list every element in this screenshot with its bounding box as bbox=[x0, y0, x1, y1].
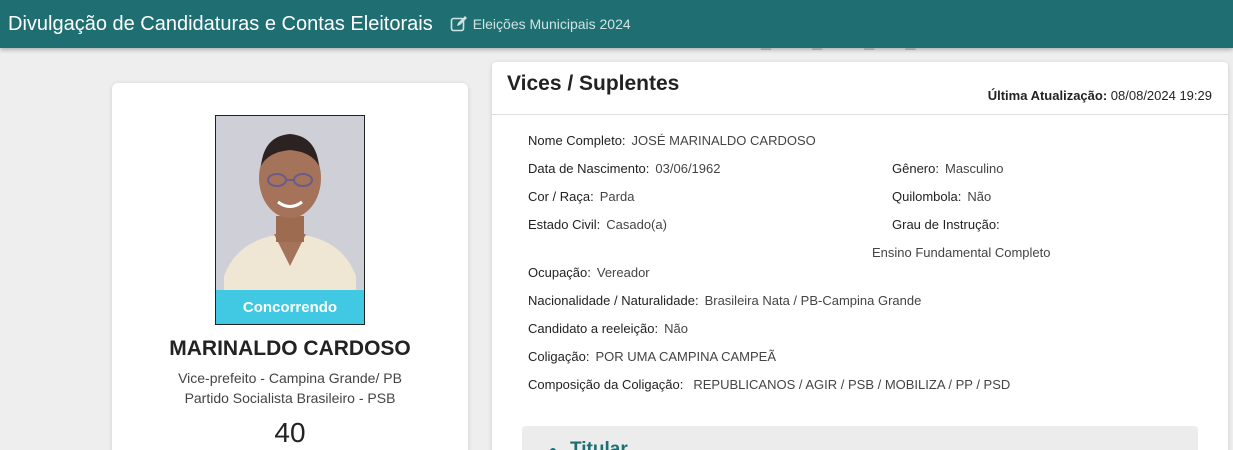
field-education: Grau de Instrução: bbox=[892, 217, 1000, 232]
field-label: Composição da Coligação: bbox=[528, 377, 684, 392]
field-value: Parda bbox=[599, 189, 635, 204]
field-value: Casado(a) bbox=[606, 217, 667, 232]
edit-icon[interactable] bbox=[449, 14, 469, 34]
field-label: Nacionalidade / Naturalidade: bbox=[528, 293, 699, 308]
field-occupation: Ocupação: Vereador bbox=[528, 265, 650, 280]
field-coalition: Coligação: POR UMA CAMPINA CAMPEÃ bbox=[528, 349, 776, 364]
field-label: Ocupação: bbox=[528, 265, 591, 280]
field-birth-date: Data de Nascimento: 03/06/1962 bbox=[528, 161, 720, 176]
app-title[interactable]: Divulgação de Candidaturas e Contas Elei… bbox=[8, 13, 433, 36]
field-coalition-parties: Composição da Coligação: REPUBLICANOS / A… bbox=[528, 377, 1010, 392]
field-label: Gênero: bbox=[892, 161, 939, 176]
field-nationality: Nacionalidade / Naturalidade: Brasileira … bbox=[528, 293, 921, 308]
vice-details-card: Vices / Suplentes Última Atualização: 08… bbox=[492, 62, 1228, 450]
field-label: Data de Nascimento: bbox=[528, 161, 650, 176]
last-update-label: Última Atualização: bbox=[987, 88, 1108, 103]
titular-accordion[interactable]: Titular bbox=[522, 426, 1198, 450]
titular-label[interactable]: Titular bbox=[570, 439, 628, 450]
field-value: Masculino bbox=[944, 161, 1004, 176]
last-update-value: 08/08/2024 19:29 bbox=[1110, 88, 1212, 103]
field-education-value: Ensino Fundamental Completo bbox=[872, 245, 1051, 260]
candidate-number: 40 bbox=[274, 417, 306, 448]
divider bbox=[492, 114, 1228, 115]
field-label: Candidato a reeleição: bbox=[528, 321, 659, 336]
field-gender: Gênero: Masculino bbox=[892, 161, 1004, 176]
candidate-card: Concorrendo MARINALDO CARDOSO Vice-prefe… bbox=[112, 83, 468, 450]
field-label: Cor / Raça: bbox=[528, 189, 594, 204]
field-value: Não bbox=[664, 321, 688, 336]
section-title: Vices / Suplentes bbox=[507, 72, 680, 95]
field-race: Cor / Raça: Parda bbox=[528, 189, 634, 204]
field-value: Vereador bbox=[596, 265, 650, 280]
field-value: Brasileira Nata / PB-Campina Grande bbox=[704, 293, 922, 308]
field-quilombola: Quilombola: Não bbox=[892, 189, 991, 204]
candidate-name: MARINALDO CARDOSO bbox=[169, 337, 411, 360]
field-value: JOSÉ MARINALDO CARDOSO bbox=[631, 133, 816, 148]
field-value: REPUBLICANOS / AGIR / PSB / MOBILIZA / P… bbox=[693, 377, 1011, 392]
field-value: Não bbox=[967, 189, 992, 204]
candidate-photo: Concorrendo bbox=[215, 115, 365, 325]
status-badge: Concorrendo bbox=[216, 290, 364, 324]
field-label: Grau de Instrução: bbox=[892, 217, 1000, 232]
last-update: Última Atualização: 08/08/2024 19:29 bbox=[988, 88, 1212, 103]
field-value: POR UMA CAMPINA CAMPEÃ bbox=[595, 349, 777, 364]
field-label: Quilombola: bbox=[892, 189, 962, 204]
field-label: Estado Civil: bbox=[528, 217, 601, 232]
top-bar: Divulgação de Candidaturas e Contas Elei… bbox=[0, 0, 1233, 48]
field-reelection: Candidato a reeleição: Não bbox=[528, 321, 688, 336]
election-subtitle[interactable]: Eleições Municipais 2024 bbox=[473, 16, 631, 32]
field-label: Coligação: bbox=[528, 349, 590, 364]
candidate-role: Vice-prefeito - Campina Grande/ PB bbox=[178, 370, 402, 386]
field-full-name: Nome Completo: JOSÉ MARINALDO CARDOSO bbox=[528, 133, 816, 148]
candidate-party: Partido Socialista Brasileiro - PSB bbox=[184, 390, 396, 406]
field-value: 03/06/1962 bbox=[655, 161, 721, 176]
field-value: Ensino Fundamental Completo bbox=[872, 245, 1051, 260]
field-label: Nome Completo: bbox=[528, 133, 626, 148]
field-marital-status: Estado Civil: Casado(a) bbox=[528, 217, 667, 232]
